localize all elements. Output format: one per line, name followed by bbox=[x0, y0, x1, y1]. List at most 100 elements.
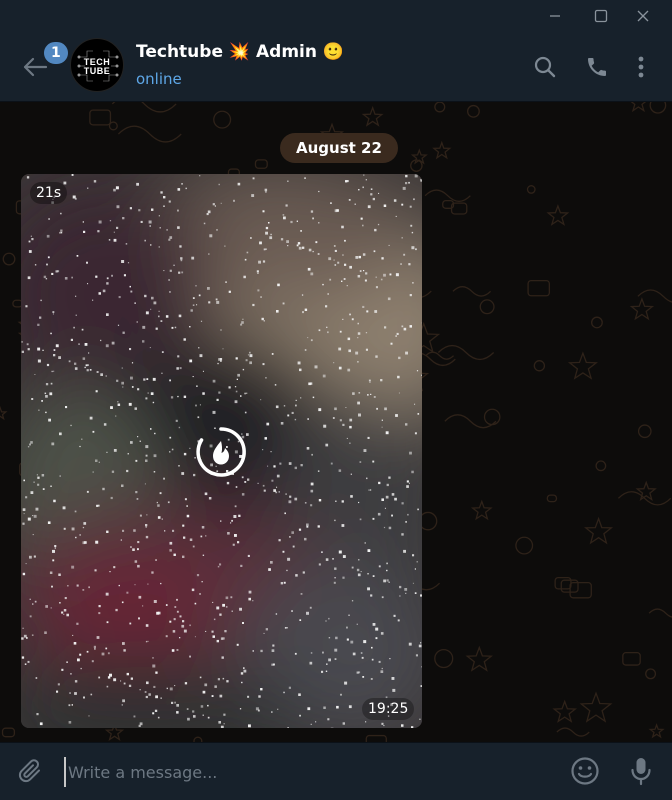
smile-emoji: 🙂 bbox=[322, 42, 345, 62]
speckle bbox=[74, 197, 77, 200]
speckle bbox=[154, 709, 158, 712]
speckle bbox=[214, 205, 216, 207]
speckle bbox=[271, 353, 274, 355]
chat-area[interactable]: August 22 21s 19:25 bbox=[0, 102, 672, 742]
speckle bbox=[37, 483, 40, 486]
speckle bbox=[412, 554, 415, 557]
speckle bbox=[79, 445, 81, 448]
speckle bbox=[144, 691, 147, 693]
speckle bbox=[401, 325, 404, 328]
speckle bbox=[165, 604, 168, 606]
speckle bbox=[333, 259, 335, 261]
speckle bbox=[327, 293, 329, 295]
speckle bbox=[366, 310, 369, 313]
chat-title[interactable]: Techtube 💥 Admin 🙂 bbox=[136, 42, 344, 62]
speckle bbox=[409, 294, 412, 297]
maximize-icon[interactable] bbox=[580, 0, 622, 32]
speckle bbox=[155, 327, 158, 330]
speckle bbox=[75, 295, 77, 297]
view-once-fire-icon[interactable] bbox=[193, 424, 249, 480]
minimize-icon[interactable] bbox=[534, 0, 576, 32]
speckle bbox=[179, 615, 182, 618]
microphone-icon[interactable] bbox=[626, 755, 656, 787]
doodle-shape bbox=[533, 360, 546, 372]
speckle bbox=[182, 620, 185, 623]
speckle bbox=[63, 613, 65, 615]
speckle bbox=[378, 481, 381, 485]
speckle bbox=[356, 671, 359, 674]
speckle bbox=[181, 183, 183, 185]
doodle-shape bbox=[637, 424, 652, 439]
speckle bbox=[183, 395, 187, 398]
speckle bbox=[138, 617, 140, 620]
speckle bbox=[75, 536, 77, 539]
speckle bbox=[334, 407, 337, 411]
speckle bbox=[257, 272, 259, 274]
more-vertical-icon[interactable] bbox=[626, 52, 656, 82]
speckle bbox=[246, 251, 249, 254]
avatar[interactable]: TECH TUBE bbox=[70, 38, 124, 92]
speckle bbox=[282, 214, 285, 216]
speckle bbox=[291, 610, 293, 612]
speckle bbox=[172, 630, 176, 633]
speckle bbox=[290, 220, 293, 224]
speckle bbox=[392, 688, 396, 692]
speckle bbox=[365, 179, 367, 181]
speckle bbox=[93, 180, 97, 183]
speckle bbox=[199, 404, 201, 406]
video-message-bubble[interactable]: 21s 19:25 bbox=[21, 174, 422, 728]
speckle bbox=[223, 713, 226, 716]
speckle bbox=[276, 486, 278, 488]
speckle bbox=[386, 562, 388, 565]
speckle bbox=[271, 649, 275, 652]
speckle bbox=[168, 238, 171, 241]
speckle bbox=[147, 392, 149, 394]
doodle-shape bbox=[645, 668, 657, 680]
speckle bbox=[195, 285, 197, 287]
speckle bbox=[204, 683, 208, 687]
message-input[interactable] bbox=[64, 757, 544, 787]
speckle bbox=[83, 696, 85, 699]
speckle bbox=[32, 515, 34, 517]
speckle bbox=[82, 221, 84, 223]
speckle bbox=[174, 606, 177, 608]
emoji-smile-icon[interactable] bbox=[569, 755, 601, 787]
doodle-shape bbox=[648, 608, 672, 618]
speckle bbox=[235, 357, 238, 360]
speckle bbox=[235, 390, 238, 393]
speckle bbox=[334, 567, 337, 570]
speckle bbox=[348, 614, 350, 616]
speckle bbox=[139, 722, 143, 726]
speckle bbox=[294, 652, 297, 655]
speckle bbox=[64, 277, 68, 280]
paperclip-icon[interactable] bbox=[16, 757, 46, 787]
speckle bbox=[326, 663, 328, 665]
speckle bbox=[208, 497, 212, 500]
speckle bbox=[375, 276, 377, 278]
speckle bbox=[73, 642, 77, 645]
speckle bbox=[46, 234, 50, 238]
speckle bbox=[381, 257, 384, 260]
speckle bbox=[202, 392, 205, 395]
speckle bbox=[121, 260, 125, 263]
speckle bbox=[45, 605, 48, 608]
speckle bbox=[328, 637, 331, 639]
speckle bbox=[50, 332, 52, 335]
speckle bbox=[48, 218, 50, 220]
speckle bbox=[282, 550, 285, 553]
speckle bbox=[34, 600, 37, 603]
speckle bbox=[37, 359, 41, 363]
speckle bbox=[412, 582, 414, 584]
speckle bbox=[96, 636, 100, 639]
speckle bbox=[370, 193, 373, 196]
speckle bbox=[106, 282, 109, 285]
speckle bbox=[275, 491, 278, 494]
speckle bbox=[288, 686, 291, 689]
search-icon[interactable] bbox=[530, 52, 560, 82]
speckle bbox=[146, 681, 149, 685]
close-icon[interactable] bbox=[622, 0, 664, 32]
speckle bbox=[153, 471, 156, 473]
speckle bbox=[262, 363, 265, 366]
phone-icon[interactable] bbox=[582, 52, 612, 82]
speckle bbox=[357, 573, 361, 577]
